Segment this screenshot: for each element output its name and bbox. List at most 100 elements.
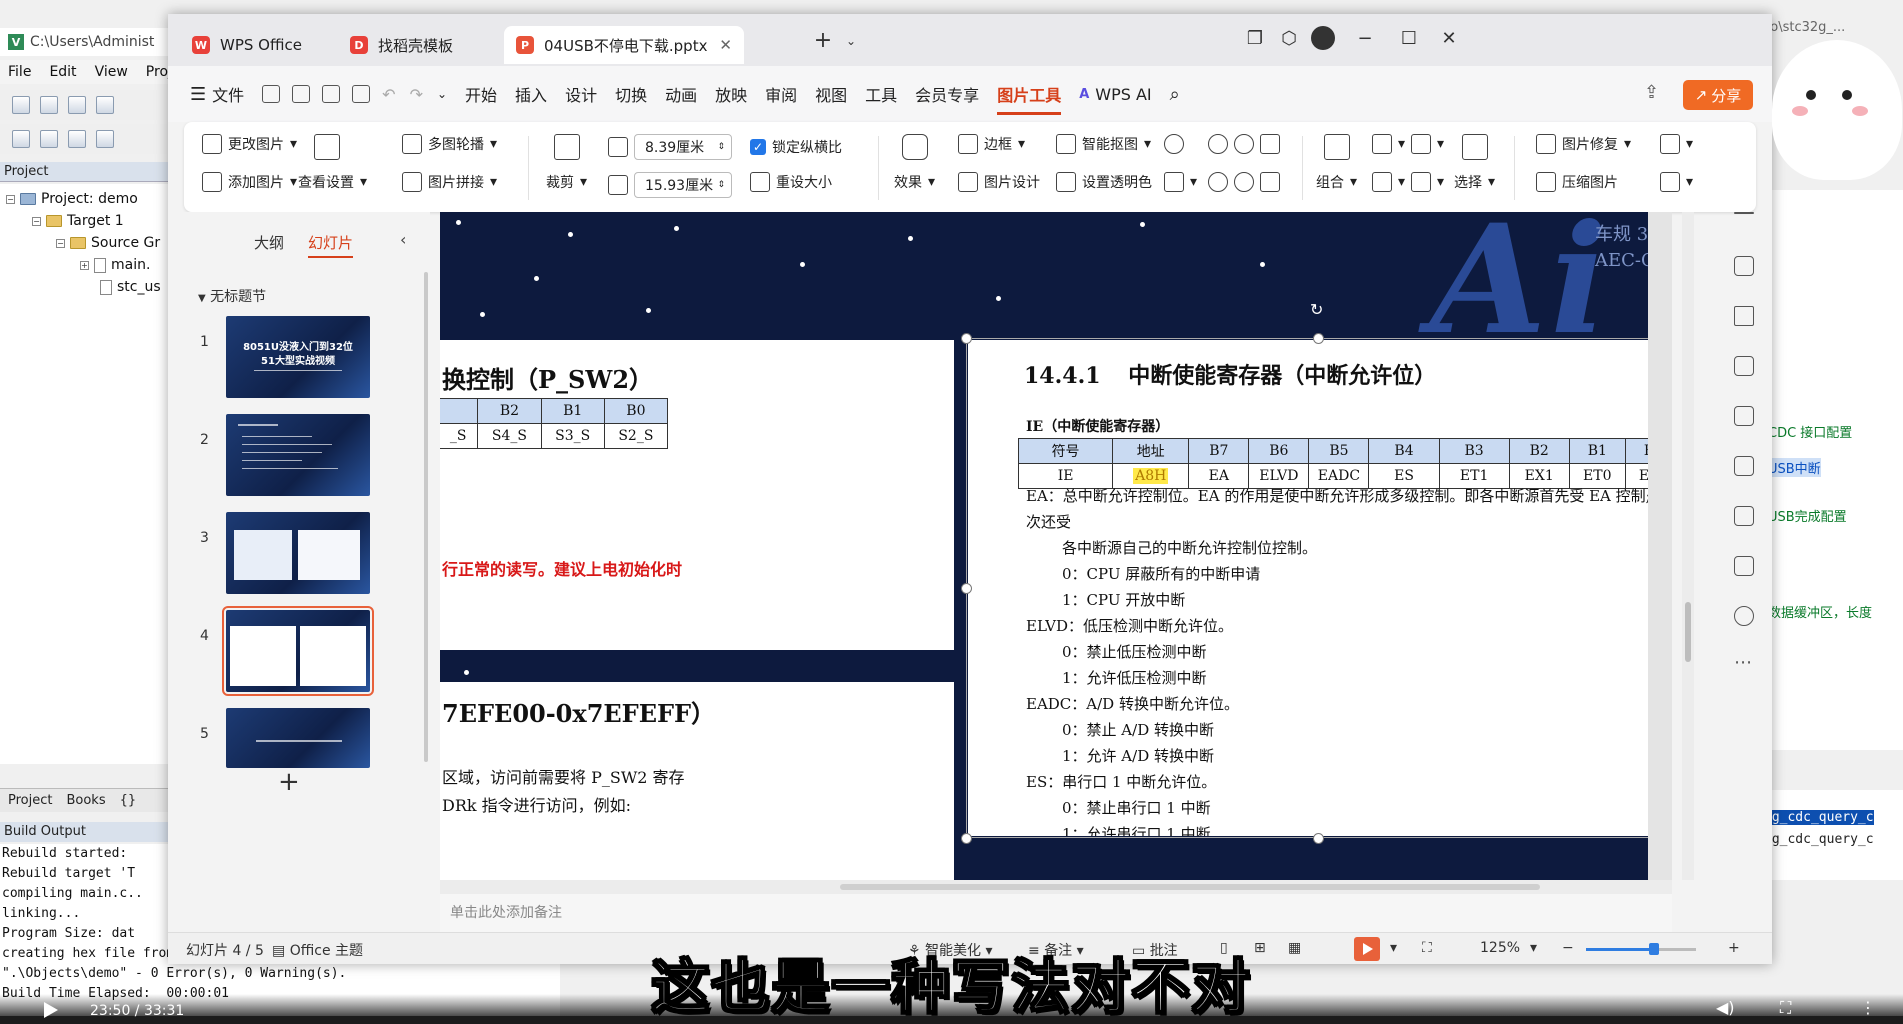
lock-ratio-checkbox[interactable]: ✓ 锁定纵横比 xyxy=(750,137,842,157)
ocr-button[interactable]: ▾ xyxy=(1660,134,1693,154)
more-icon[interactable]: ⋯ xyxy=(1734,652,1752,673)
add-picture-button[interactable]: 添加图片 ▾ xyxy=(202,172,297,192)
print-icon[interactable] xyxy=(322,85,341,103)
menu-review[interactable]: 审阅 xyxy=(765,82,797,106)
rotate-handle-icon[interactable]: ↻ xyxy=(1310,300,1323,319)
multi-carousel-button[interactable]: 多图轮播 ▾ xyxy=(402,134,497,154)
menu-view[interactable]: 视图 xyxy=(815,82,847,106)
sidebar-scrollbar[interactable] xyxy=(424,272,428,762)
group-button[interactable]: 组合 ▾ xyxy=(1316,172,1357,192)
resize-handle-left[interactable] xyxy=(961,583,972,594)
recolor-icon-wrap[interactable]: ▾ xyxy=(1164,172,1197,192)
view-settings-icon-wrap[interactable] xyxy=(314,134,340,160)
menu-picture-tools[interactable]: 图片工具 xyxy=(997,82,1062,115)
search-result-line[interactable]: 2g_cdc_query_c xyxy=(1764,832,1874,847)
height-input[interactable]: 15.93厘米 ⇕ xyxy=(634,172,732,198)
canvas-horizontal-scrollbar[interactable] xyxy=(440,880,1672,894)
color-icon-wrap[interactable] xyxy=(1164,134,1184,154)
border-button[interactable]: 边框 ▾ xyxy=(958,134,1025,154)
bookmark-icon[interactable] xyxy=(1734,556,1754,576)
change-picture-button[interactable]: 更改图片 ▾ xyxy=(202,134,297,154)
spinner-icon[interactable]: ⇕ xyxy=(717,142,725,152)
close-window-icon[interactable]: ✕ xyxy=(1434,28,1464,49)
group-icon-wrap[interactable] xyxy=(1324,134,1350,160)
close-tab-icon[interactable]: ✕ xyxy=(719,36,732,54)
share-button[interactable]: ↗ 分享 xyxy=(1683,80,1753,110)
width-input[interactable]: 8.39厘米 ⇕ xyxy=(634,134,732,160)
picture-design-button[interactable]: 图片设计 xyxy=(958,172,1040,192)
resize-handle-tl[interactable] xyxy=(961,333,972,344)
fullscreen-icon[interactable]: ⛶ xyxy=(1780,998,1791,1018)
tree-target[interactable]: − Target 1 xyxy=(32,210,124,232)
format-painter-icon[interactable] xyxy=(292,85,311,103)
picture-edit-icon[interactable] xyxy=(1734,506,1754,526)
rotate-right-icon[interactable] xyxy=(1234,134,1254,154)
rotate-left-icon[interactable] xyxy=(1208,134,1228,154)
menu-member[interactable]: 会员专享 xyxy=(915,82,979,106)
ide-menu-view[interactable]: View xyxy=(95,64,128,80)
picture-repair-button[interactable]: 图片修复 ▾ xyxy=(1536,134,1631,154)
scrollbar-thumb[interactable] xyxy=(1685,602,1691,662)
canvas-vertical-scrollbar[interactable] xyxy=(1682,212,1694,880)
compress-picture-button[interactable]: 压缩图片 xyxy=(1536,172,1618,192)
expand-icon[interactable]: + xyxy=(80,260,89,270)
slide-thumbnail-4-selected[interactable] xyxy=(222,606,374,696)
menu-slideshow[interactable]: 放映 xyxy=(715,82,747,106)
effect-button[interactable]: 效果 ▾ xyxy=(894,172,935,192)
align-left-icon[interactable] xyxy=(1372,172,1392,192)
hamburger-icon[interactable]: ☰ xyxy=(190,84,206,105)
minus-icon[interactable] xyxy=(1734,212,1754,214)
reset-size-button[interactable]: 重设大小 xyxy=(750,172,832,192)
section-header[interactable]: ▼ 无标题节 xyxy=(198,286,266,306)
undo-icon[interactable]: ↶ xyxy=(382,85,395,104)
save-all-icon[interactable] xyxy=(96,96,114,114)
window-layout-icon[interactable]: ❐ xyxy=(1240,28,1270,49)
bring-forward-icon[interactable] xyxy=(1372,134,1392,154)
tree-root[interactable]: − Project: demo xyxy=(6,188,138,210)
picture-to-pdf-button[interactable]: ▾ xyxy=(1660,172,1693,192)
menu-transition[interactable]: 切换 xyxy=(615,82,647,106)
chevron-down-icon[interactable]: ⌄ xyxy=(437,87,447,101)
ide-menu-file[interactable]: File xyxy=(8,64,31,80)
tab-books[interactable]: Books xyxy=(62,791,109,810)
menu-tools[interactable]: 工具 xyxy=(865,82,897,106)
slide-thumbnail-3[interactable] xyxy=(226,512,370,594)
contrast-icon[interactable] xyxy=(1234,172,1254,192)
slide-thumbnail-1[interactable]: 8051U没液入门到32位 51大型实战视频 xyxy=(226,316,370,398)
crop-button[interactable]: 裁剪 ▾ xyxy=(546,172,587,192)
new-file-icon[interactable] xyxy=(12,96,30,114)
select-button[interactable]: 选择 ▾ xyxy=(1454,172,1495,192)
settings-sliders-icon[interactable] xyxy=(1734,256,1754,276)
slide-thumbnail-2[interactable] xyxy=(226,414,370,496)
tree-group[interactable]: − Source Gr xyxy=(56,232,160,254)
resize-handle-top[interactable] xyxy=(1313,333,1324,344)
new-tab-icon[interactable]: + xyxy=(808,28,838,53)
add-slide-button[interactable]: + xyxy=(278,767,300,797)
distribute-icon[interactable] xyxy=(1411,172,1432,192)
picture-splice-button[interactable]: 图片拼接 ▾ xyxy=(402,172,497,192)
print-preview-icon[interactable] xyxy=(352,85,371,103)
open-folder-icon[interactable] xyxy=(40,96,58,114)
maximize-icon[interactable]: ☐ xyxy=(1394,28,1424,49)
minimize-icon[interactable]: − xyxy=(1350,28,1380,49)
tab-wps-office[interactable]: W WPS Office xyxy=(180,26,314,64)
cloud-sync-icon[interactable]: ⇪ xyxy=(1644,82,1659,103)
collapse-sidebar-icon[interactable]: ‹ xyxy=(400,230,406,249)
smart-cutout-button[interactable]: 智能抠图 ▾ xyxy=(1056,134,1151,154)
rebuild-icon[interactable] xyxy=(68,130,86,148)
scrollbar-thumb[interactable] xyxy=(840,884,1540,890)
tree-file-main[interactable]: + main. xyxy=(80,254,150,276)
star-icon[interactable] xyxy=(1734,306,1754,326)
tab-template[interactable]: D 找稻壳模板 xyxy=(338,26,465,64)
redo-icon[interactable]: ↷ xyxy=(410,85,423,104)
resize-handle-bottom[interactable] xyxy=(1313,833,1324,844)
tab-functions[interactable]: {} xyxy=(116,791,141,810)
slide-thumbnail-5[interactable] xyxy=(226,708,370,768)
tree-file-stc[interactable]: stc_us xyxy=(100,276,161,298)
crop-icon-wrap[interactable] xyxy=(554,134,580,160)
tab-project[interactable]: Project xyxy=(4,791,56,810)
help-icon[interactable] xyxy=(1734,606,1754,626)
menu-home[interactable]: 开始 xyxy=(465,82,497,106)
notes-area[interactable]: 单击此处添加备注 xyxy=(440,894,1672,932)
reset-picture-icon[interactable] xyxy=(1260,172,1280,192)
